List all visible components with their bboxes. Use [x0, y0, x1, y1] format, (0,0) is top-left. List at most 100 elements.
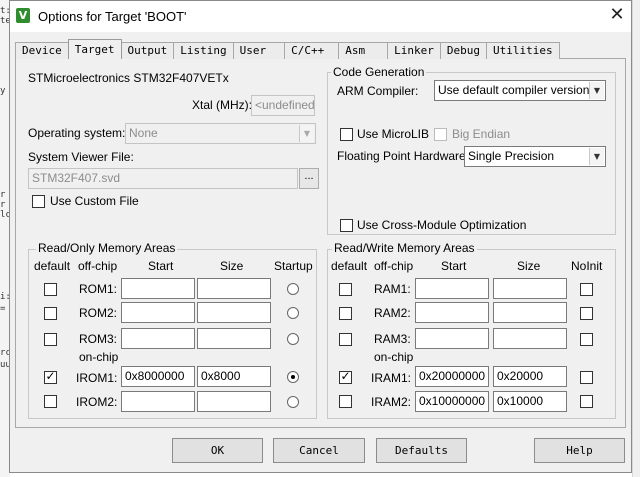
dialog-title: Options for Target 'BOOT': [38, 9, 187, 24]
fp-hardware-value: Single Precision: [468, 149, 555, 163]
iram1-start-input[interactable]: 0x20000000: [415, 366, 489, 387]
tab-cpp[interactable]: C/C++: [284, 42, 340, 59]
tab-user[interactable]: User: [232, 42, 286, 59]
irom1-size-input[interactable]: 0x8000: [197, 366, 271, 387]
iram2-label: IRAM2:: [371, 395, 412, 409]
use-custom-file-checkbox[interactable]: [32, 195, 45, 208]
help-button[interactable]: Help: [534, 438, 625, 463]
uvision-icon: V: [16, 8, 30, 23]
irom2-start-input[interactable]: [121, 391, 195, 412]
big-endian-checkbox[interactable]: [434, 128, 447, 141]
tab-strip: Device Target Output Listing User C/C++ …: [15, 39, 560, 59]
ram-onchip-label: on-chip: [374, 350, 414, 364]
iram1-label: IRAM1:: [371, 371, 412, 385]
arm-compiler-value: Use default compiler version 5: [438, 83, 600, 97]
iram2-noinit-checkbox[interactable]: [580, 395, 593, 408]
ram3-start-input[interactable]: [415, 328, 489, 349]
rom2-default-checkbox[interactable]: [44, 307, 57, 320]
fp-hardware-select[interactable]: Single Precision ▼: [464, 146, 606, 167]
rom3-startup-radio[interactable]: [287, 333, 299, 345]
ram2-size-input[interactable]: [493, 302, 567, 323]
ram3-default-checkbox[interactable]: [339, 333, 352, 346]
tab-output[interactable]: Output: [120, 42, 175, 59]
cross-module-checkbox[interactable]: [340, 219, 353, 232]
tab-target[interactable]: Target: [67, 39, 122, 59]
rom3-start-input[interactable]: [121, 328, 195, 349]
xtal-input[interactable]: <undefined>: [251, 95, 315, 116]
rom2-start-input[interactable]: [121, 302, 195, 323]
rom3-label: ROM3:: [79, 332, 118, 346]
ram1-noinit-checkbox[interactable]: [580, 283, 593, 296]
svd-browse-button[interactable]: ...: [299, 168, 319, 189]
iram2-start-input[interactable]: 0x10000000: [415, 391, 489, 412]
rom3-size-input[interactable]: [197, 328, 271, 349]
ram2-default-checkbox[interactable]: [339, 307, 352, 320]
rom1-size-input[interactable]: [197, 278, 271, 299]
arm-compiler-select[interactable]: Use default compiler version 5 ▼: [434, 80, 606, 101]
ram-areas-title: Read/Write Memory Areas: [332, 241, 477, 255]
use-microlib-label: Use MicroLIB: [357, 127, 430, 141]
ram-header-size: Size: [517, 259, 541, 273]
ram-header-noinit: NoInit: [571, 259, 603, 273]
use-custom-file-label: Use Custom File: [50, 194, 139, 208]
tab-device[interactable]: Device: [15, 42, 69, 59]
tab-linker[interactable]: Linker: [387, 42, 441, 59]
iram1-noinit-checkbox[interactable]: [580, 371, 593, 384]
irom1-default-checkbox[interactable]: [44, 369, 57, 384]
chevron-down-icon: ▼: [589, 82, 604, 99]
cross-module-label: Use Cross-Module Optimization: [357, 218, 527, 232]
tab-utilities[interactable]: Utilities: [485, 42, 560, 59]
close-icon[interactable]: ✕: [606, 4, 628, 26]
irom1-label: IROM1:: [76, 371, 118, 385]
iram1-default-checkbox[interactable]: [339, 369, 352, 384]
tab-debug[interactable]: Debug: [439, 42, 487, 59]
rom1-startup-radio[interactable]: [287, 283, 299, 295]
os-label: Operating system:: [28, 126, 126, 140]
ram-header-default: default: [331, 259, 368, 273]
ram2-start-input[interactable]: [415, 302, 489, 323]
tab-listing[interactable]: Listing: [173, 42, 234, 59]
ram1-size-input[interactable]: [493, 278, 567, 299]
ram-header-start: Start: [441, 259, 467, 273]
ram3-noinit-checkbox[interactable]: [580, 333, 593, 346]
ram1-start-input[interactable]: [415, 278, 489, 299]
ram-header-offchip: off-chip: [374, 259, 414, 273]
ram1-label: RAM1:: [374, 282, 411, 296]
ram1-default-checkbox[interactable]: [339, 283, 352, 296]
irom1-startup-radio[interactable]: [287, 371, 299, 383]
ok-button[interactable]: OK: [172, 438, 263, 463]
ram2-label: RAM2:: [374, 306, 411, 320]
irom2-label: IROM2:: [76, 395, 118, 409]
ram2-noinit-checkbox[interactable]: [580, 307, 593, 320]
iram2-size-input[interactable]: 0x10000: [493, 391, 567, 412]
rom-areas-title: Read/Only Memory Areas: [36, 241, 178, 255]
os-select-value: None: [129, 126, 158, 140]
ram3-label: RAM3:: [374, 332, 411, 346]
rom2-startup-radio[interactable]: [287, 307, 299, 319]
cancel-button[interactable]: Cancel: [273, 438, 365, 463]
irom2-default-checkbox[interactable]: [44, 395, 57, 408]
rom1-default-checkbox[interactable]: [44, 283, 57, 296]
os-select[interactable]: None ▼: [125, 123, 316, 144]
ram3-size-input[interactable]: [493, 328, 567, 349]
irom1-start-input[interactable]: 0x8000000: [121, 366, 195, 387]
defaults-button[interactable]: Defaults: [376, 438, 467, 463]
svd-label: System Viewer File:: [28, 150, 134, 164]
arm-compiler-label: ARM Compiler:: [337, 84, 419, 98]
rom3-default-checkbox[interactable]: [44, 333, 57, 346]
device-name: STMicroelectronics STM32F407VETx: [28, 71, 229, 85]
options-dialog: V Options for Target 'BOOT' ✕ Device Tar…: [9, 0, 632, 473]
rom1-start-input[interactable]: [121, 278, 195, 299]
fp-hardware-label: Floating Point Hardware:: [337, 149, 470, 163]
svd-file-input[interactable]: STM32F407.svd: [28, 168, 298, 189]
iram1-size-input[interactable]: 0x20000: [493, 366, 567, 387]
use-microlib-checkbox[interactable]: [340, 128, 353, 141]
rom1-label: ROM1:: [79, 282, 118, 296]
chevron-down-icon: ▼: [589, 148, 604, 165]
tab-asm[interactable]: Asm: [338, 42, 389, 59]
iram2-default-checkbox[interactable]: [339, 395, 352, 408]
irom2-size-input[interactable]: [197, 391, 271, 412]
irom2-startup-radio[interactable]: [287, 396, 299, 408]
rom2-size-input[interactable]: [197, 302, 271, 323]
rom-header-startup: Startup: [274, 259, 313, 273]
